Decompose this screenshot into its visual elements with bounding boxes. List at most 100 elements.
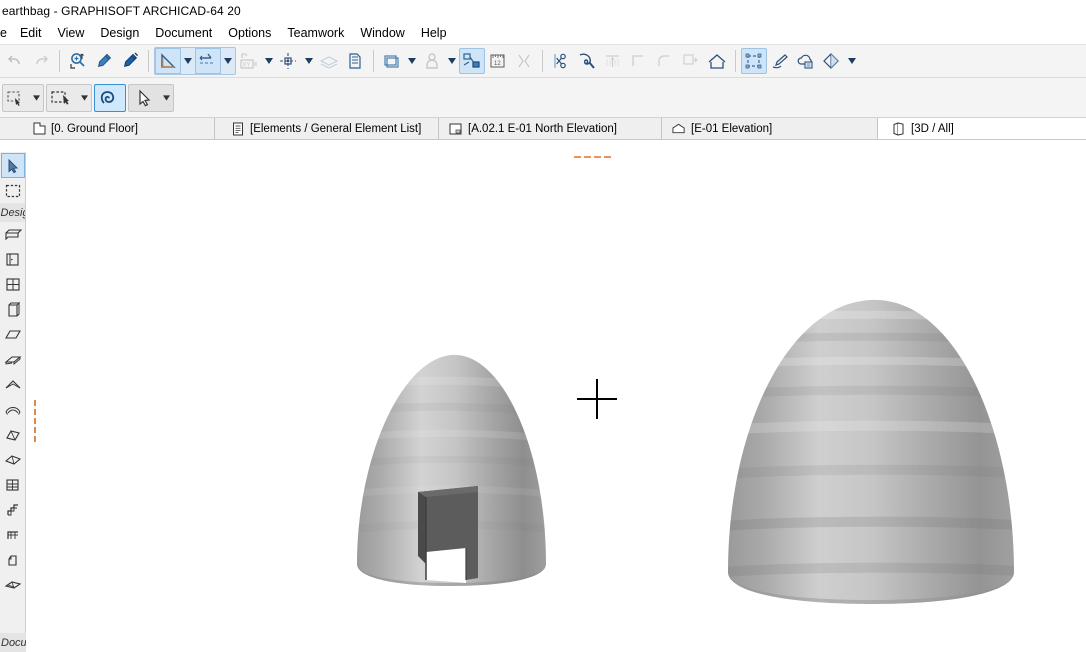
renovation-filter-icon[interactable] (819, 48, 845, 74)
crosshair-vertical (596, 379, 598, 419)
zone-icon[interactable] (419, 48, 445, 74)
coordinates-xy-icon[interactable]: XY (236, 48, 262, 74)
tab-label: [Elements / General Element List] (250, 122, 422, 135)
3d-viewport[interactable] (26, 152, 1086, 652)
building-material-icon[interactable] (342, 48, 368, 74)
toolbox-group-design-label: Design (0, 203, 25, 222)
dimension-settings-dropdown-icon[interactable] (221, 48, 235, 74)
menu-design[interactable]: Design (92, 24, 147, 42)
tab-north-elevation-layout[interactable]: [A.02.1 E-01 North Elevation] (439, 118, 662, 139)
elevation-icon (672, 122, 686, 136)
toolbar-separator (148, 50, 149, 72)
menu-help[interactable]: Help (413, 24, 455, 42)
multiply-icon[interactable] (678, 48, 704, 74)
stories-dropdown-icon[interactable] (405, 48, 419, 74)
toolbox-palette: Design (0, 152, 26, 652)
pen-icon[interactable] (767, 48, 793, 74)
tool-object[interactable] (1, 547, 25, 572)
tab-label: [A.02.1 E-01 North Elevation] (468, 122, 617, 135)
marquee-select-icon[interactable] (3, 85, 29, 111)
tool-slab[interactable] (1, 347, 25, 372)
tool-stair[interactable] (1, 497, 25, 522)
toolbar-separator (59, 50, 60, 72)
fillet-icon[interactable] (652, 48, 678, 74)
tool-railing[interactable] (1, 522, 25, 547)
tab-e01-elevation[interactable]: [E-01 Elevation] (662, 118, 878, 139)
tab-3d-all[interactable]: [3D / All] (878, 118, 1086, 139)
main-toolbar: XY 12 (0, 44, 1086, 78)
zone-dropdown-icon[interactable] (445, 48, 459, 74)
tool-marquee[interactable] (1, 178, 25, 203)
menu-document[interactable]: Document (147, 24, 220, 42)
marquee-select-dropdown-icon[interactable] (29, 85, 43, 111)
menu-teamwork[interactable]: Teamwork (279, 24, 352, 42)
parameter-transfer-inject-icon[interactable] (117, 48, 143, 74)
coordinates-dropdown-icon[interactable] (262, 48, 276, 74)
title-bar: earthbag - GRAPHISOFT ARCHICAD-64 20 (0, 0, 1086, 22)
layout-icon (449, 122, 463, 136)
renovation-dropdown-icon[interactable] (845, 48, 859, 74)
stories-icon[interactable] (379, 48, 405, 74)
tool-window[interactable] (1, 272, 25, 297)
tool-zone[interactable] (1, 572, 25, 597)
element-list-icon (231, 122, 245, 136)
earthbag-dome-solid (728, 299, 1014, 604)
tab-label: [0. Ground Floor] (51, 122, 138, 135)
offset-icon[interactable] (626, 48, 652, 74)
tab-ground-floor[interactable]: [0. Ground Floor] (0, 118, 215, 139)
elevate-icon[interactable] (600, 48, 626, 74)
magic-wand-icon[interactable] (574, 48, 600, 74)
tool-arrow[interactable] (0, 153, 25, 178)
tool-wall[interactable] (1, 222, 25, 247)
menu-edit[interactable]: Edit (12, 24, 50, 42)
marquee-arrow-icon[interactable] (47, 85, 77, 111)
measure-tool-dropdown-icon[interactable] (181, 48, 195, 74)
arrow-tool-dropdown-icon[interactable] (159, 85, 173, 111)
tool-beam[interactable] (1, 322, 25, 347)
grid-snap-dropdown-icon[interactable] (302, 48, 316, 74)
menu-window[interactable]: Window (352, 24, 412, 42)
tool-mesh[interactable] (1, 447, 25, 472)
redo-icon[interactable] (28, 48, 54, 74)
parameter-transfer-pickup-icon[interactable] (91, 48, 117, 74)
quick-selection-magnet-icon[interactable] (95, 85, 125, 111)
element-marker-icon[interactable] (511, 48, 537, 74)
toolbox-group-document-label: Document (0, 633, 26, 652)
zoom-in-out-icon[interactable] (65, 48, 91, 74)
elevation-marker-left (34, 400, 36, 442)
tool-curtain-wall[interactable] (1, 472, 25, 497)
svg-text:12: 12 (494, 61, 501, 67)
home-story-icon[interactable] (704, 48, 730, 74)
marquee-3d-icon[interactable] (741, 48, 767, 74)
dimension-settings-icon[interactable] (195, 48, 221, 74)
tool-column[interactable] (1, 297, 25, 322)
arrow-tool-icon[interactable] (129, 85, 159, 111)
measure-tool-icon[interactable] (155, 48, 181, 74)
marquee-arrow-dropdown-icon[interactable] (77, 85, 91, 111)
tab-label: [E-01 Elevation] (691, 122, 773, 135)
grid-snap-icon[interactable] (276, 48, 302, 74)
tool-roof[interactable] (1, 372, 25, 397)
layers-icon[interactable] (316, 48, 342, 74)
tab-general-element-list[interactable]: [Elements / General Element List] (215, 118, 439, 139)
toolbar-separator (373, 50, 374, 72)
tab-label: [3D / All] (911, 122, 954, 135)
3d-view-icon[interactable] (459, 48, 485, 74)
cloud-info-icon[interactable] (793, 48, 819, 74)
menu-options[interactable]: Options (220, 24, 279, 42)
menu-bar: e Edit View Design Document Options Team… (0, 22, 1086, 44)
tool-morph[interactable] (1, 422, 25, 447)
toolbar-separator (542, 50, 543, 72)
menu-view[interactable]: View (50, 24, 93, 42)
workspace: Design (0, 152, 1086, 652)
marquee-select-group (2, 83, 44, 112)
trim-icon[interactable] (548, 48, 574, 74)
undo-icon[interactable] (2, 48, 28, 74)
menu-file-clipped[interactable]: e (0, 24, 12, 42)
measure-ruler-icon[interactable]: 12 (485, 48, 511, 74)
window-title: earthbag - GRAPHISOFT ARCHICAD-64 20 (2, 4, 241, 18)
secondary-toolbar (0, 78, 1086, 118)
elevation-marker-top (574, 156, 611, 158)
tool-shell[interactable] (1, 397, 25, 422)
tool-door[interactable] (1, 247, 25, 272)
